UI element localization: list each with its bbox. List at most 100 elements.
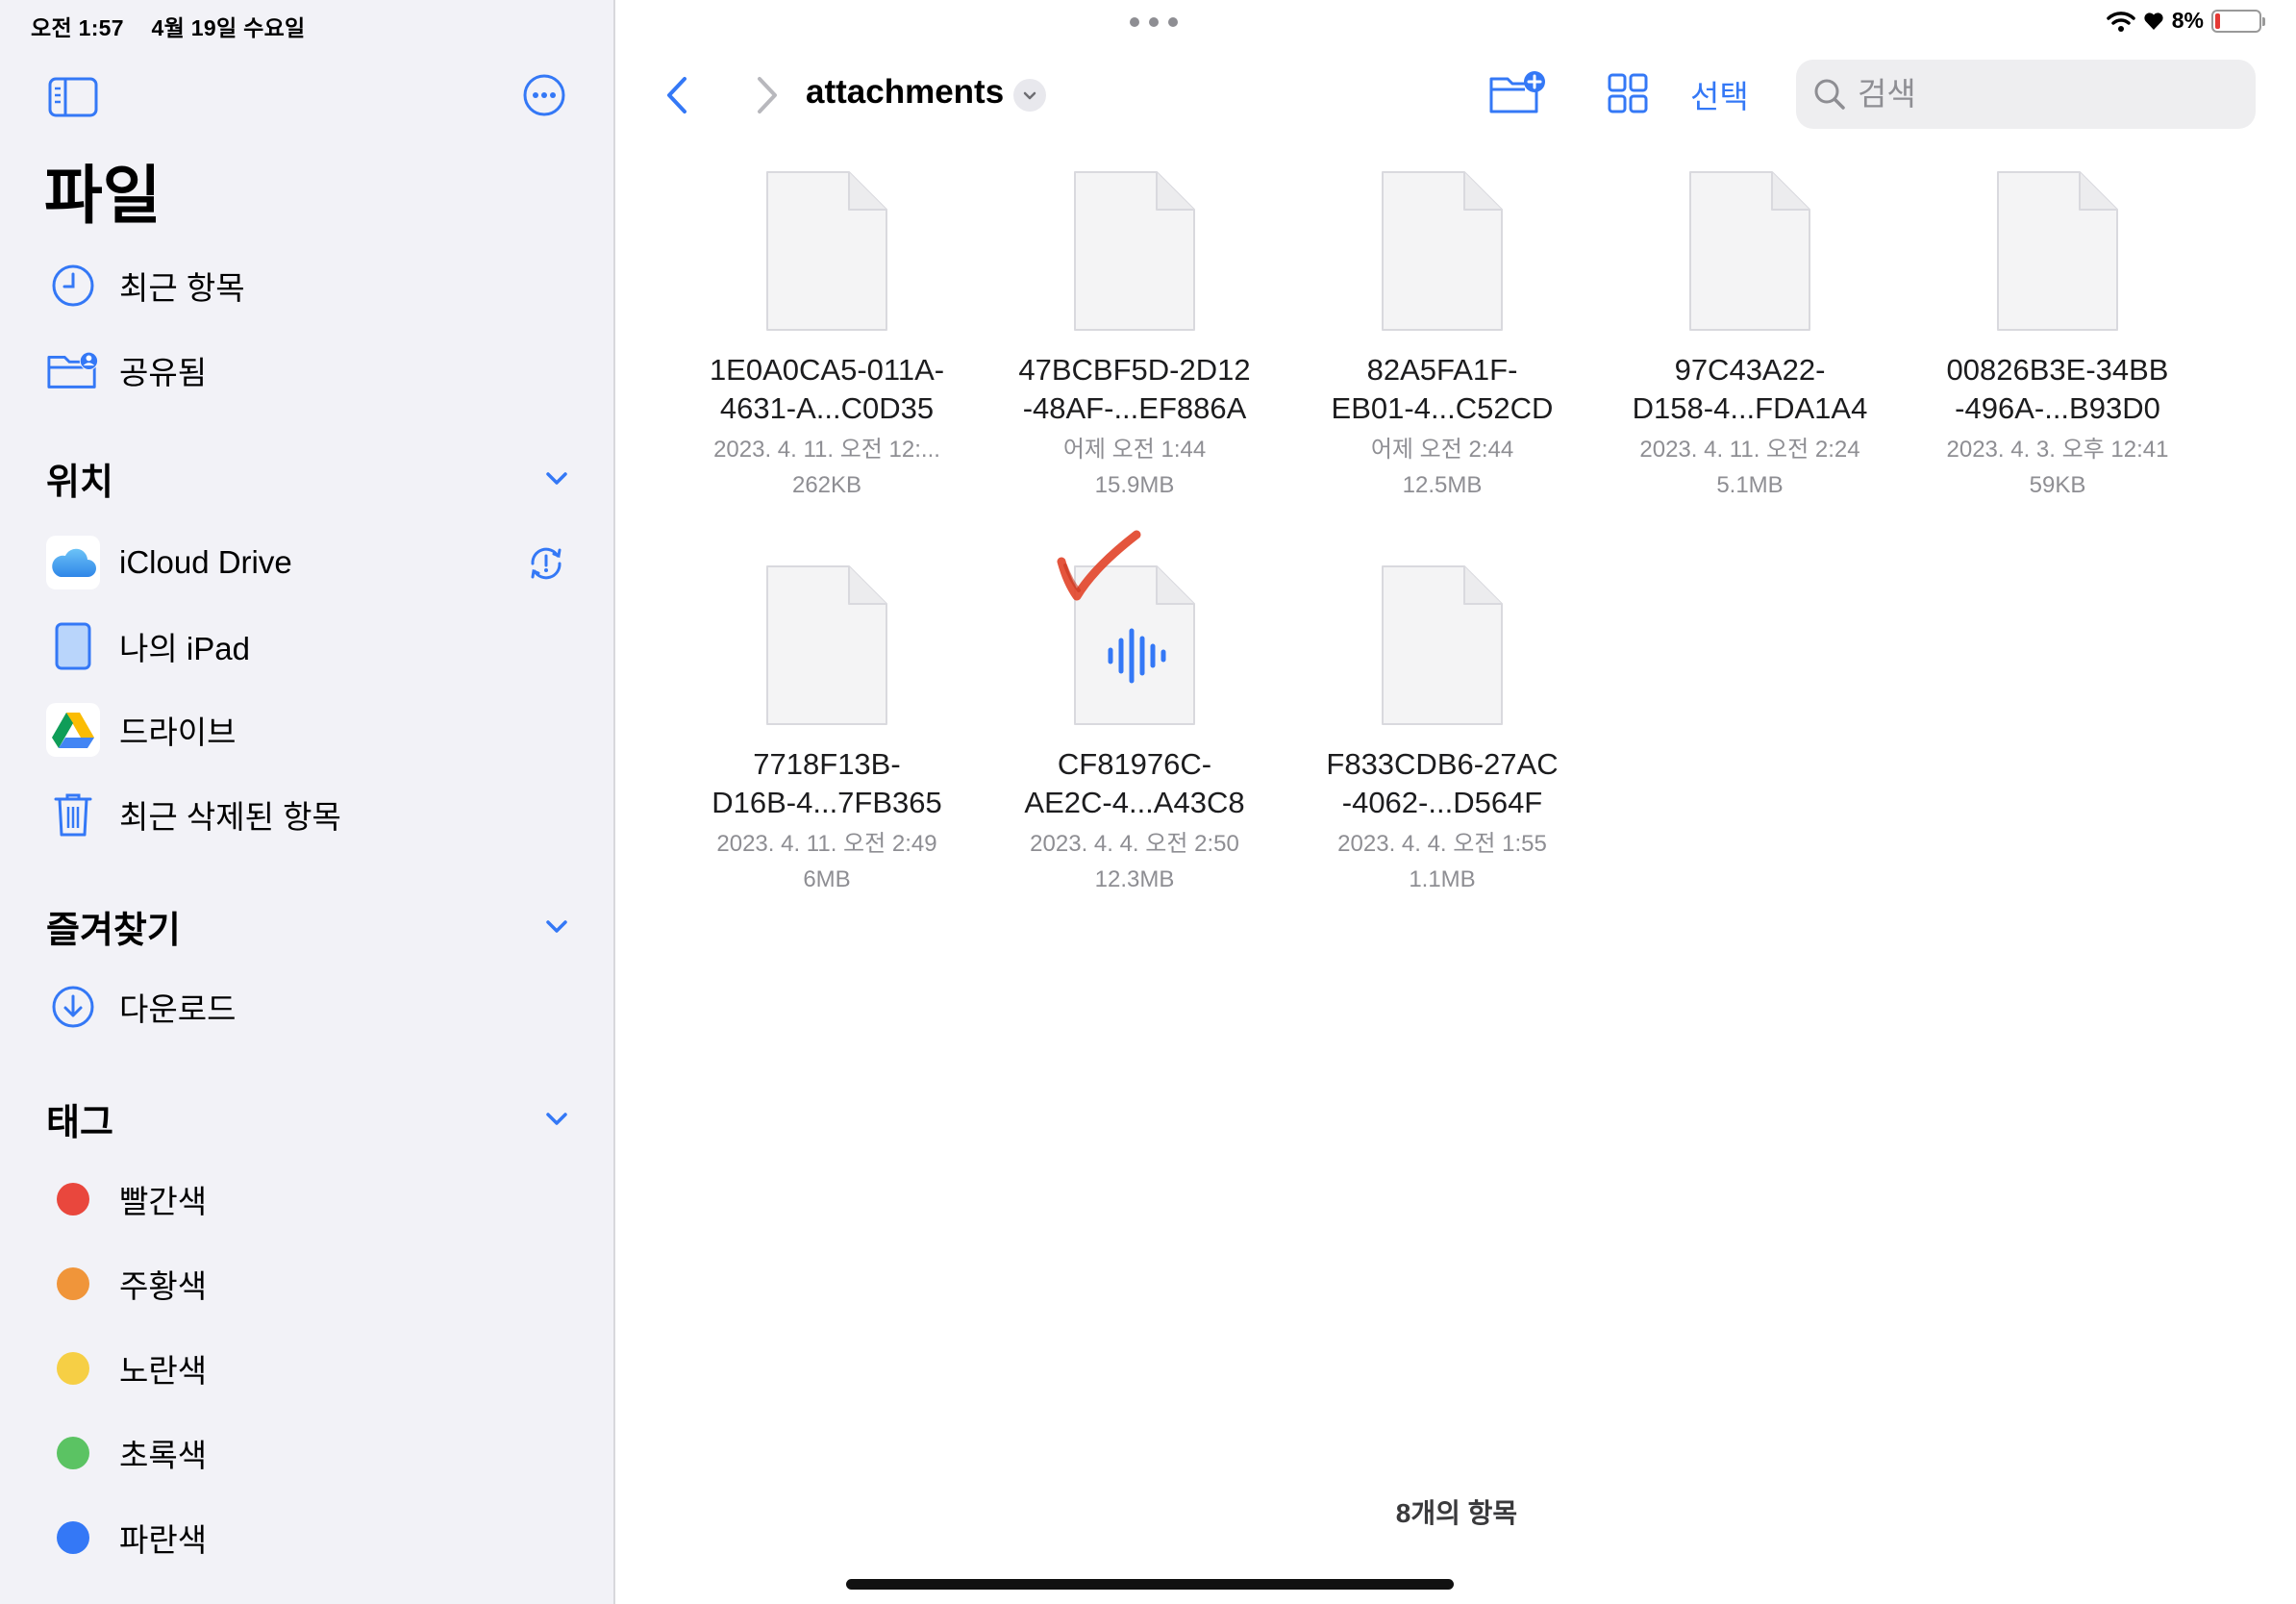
tag-dot (57, 1352, 89, 1385)
battery-percent: 8% (2171, 8, 2204, 33)
sidebar-tag-yellow[interactable]: 노란색 (46, 1341, 207, 1396)
sidebar-item-label: 드라이브 (119, 714, 237, 750)
sidebar-tag-green[interactable]: 초록색 (46, 1425, 207, 1481)
chevron-down-icon[interactable] (540, 1102, 573, 1135)
sidebar-toggle-icon[interactable] (48, 77, 98, 117)
search-bar[interactable] (1796, 60, 2256, 129)
status-bar-left: 오전 1:57 4월 19일 수요일 (31, 10, 327, 42)
file-size: 15.9MB (1094, 472, 1175, 498)
file-name-line2: -48AF-...EF886A (1022, 391, 1247, 425)
sidebar-item-label: iCloud Drive (119, 544, 292, 580)
file-name: 1E0A0CA5-011A- 4631-A...C0D35 (673, 351, 981, 428)
file-size: 262KB (791, 472, 862, 498)
sidebar-item-my-ipad[interactable]: 나의 iPad (46, 618, 250, 674)
file-item[interactable]: 7718F13B- D16B-4...7FB365 2023. 4. 11. 오전 … (673, 564, 981, 897)
file-size: 1.1MB (1409, 866, 1476, 892)
document-icon (766, 171, 887, 331)
icloud-icon (52, 548, 96, 577)
file-name-line2: EB01-4...C52CD (1331, 391, 1554, 425)
title-menu-button[interactable] (1013, 79, 1046, 112)
grid-view-icon[interactable] (1608, 73, 1648, 113)
document-icon (1382, 171, 1503, 331)
file-size: 12.3MB (1094, 866, 1175, 892)
document-icon (766, 565, 887, 725)
sidebar-item-label: 파란색 (119, 1522, 208, 1558)
item-count: 8개의 항목 (1395, 1498, 1518, 1528)
google-drive-icon (52, 713, 94, 748)
sidebar-tag-blue[interactable]: 파란색 (46, 1510, 207, 1566)
file-size: 59KB (2029, 472, 2086, 498)
file-name-line1: 82A5FA1F- (1366, 353, 1518, 387)
file-name: 7718F13B- D16B-4...7FB365 (673, 745, 981, 822)
file-size: 6MB (803, 866, 851, 892)
sidebar-item-recents[interactable]: 최근 항목 (46, 258, 245, 313)
home-indicator[interactable] (846, 1579, 1454, 1590)
file-name-line2: D16B-4...7FB365 (711, 786, 942, 819)
file-item[interactable]: 00826B3E-34BB -496A-...B93D0 2023. 4. 3. 오… (1904, 169, 2211, 503)
red-checkmark-annotation (1057, 530, 1141, 601)
chevron-down-icon[interactable] (540, 462, 573, 494)
file-item[interactable]: 1E0A0CA5-011A- 4631-A...C0D35 2023. 4. 11.… (673, 169, 981, 503)
sidebar-item-shared[interactable]: 공유됨 (46, 342, 207, 398)
search-icon (1814, 79, 1845, 110)
file-name-line2: AE2C-4...A43C8 (1024, 786, 1245, 819)
file-item[interactable]: 82A5FA1F- EB01-4...C52CD 어제 오전 2:44 12.5MB (1288, 169, 1596, 503)
file-date: 2023. 4. 3. 오후 12:41 (1946, 437, 2169, 463)
file-name: F833CDB6-27AC -4062-...D564F (1288, 745, 1596, 822)
file-date: 2023. 4. 11. 오전 2:24 (1639, 437, 1860, 463)
status-date: 4월 19일 수요일 (151, 15, 306, 40)
file-date: 2023. 4. 4. 오전 2:50 (1030, 831, 1239, 857)
more-options-icon[interactable] (522, 73, 566, 117)
multitasking-dots-icon[interactable] (1125, 15, 1183, 29)
sidebar-tag-orange[interactable]: 주황색 (46, 1256, 207, 1312)
shared-folder-icon (47, 351, 99, 388)
sidebar-item-recently-deleted[interactable]: 최근 삭제된 항목 (46, 787, 341, 842)
file-name-line1: 47BCBF5D-2D12 (1018, 353, 1251, 387)
file-item[interactable]: 97C43A22- D158-4...FDA1A4 2023. 4. 11. 오전 … (1596, 169, 1904, 503)
file-name-line1: 97C43A22- (1674, 353, 1826, 387)
file-name-line2: 4631-A...C0D35 (719, 391, 935, 425)
chevron-down-icon[interactable] (540, 910, 573, 942)
file-size: 12.5MB (1402, 472, 1483, 498)
heart-icon (2144, 12, 2163, 30)
file-name-line1: CF81976C- (1057, 747, 1212, 781)
new-folder-icon[interactable] (1488, 69, 1546, 115)
sidebar-item-label: 빨간색 (119, 1184, 208, 1219)
file-item[interactable]: CF81976C- AE2C-4...A43C8 2023. 4. 4. 오전 2:… (981, 564, 1288, 897)
document-icon (1689, 171, 1810, 331)
sync-icon[interactable] (525, 542, 567, 585)
sidebar-item-downloads[interactable]: 다운로드 (46, 979, 236, 1035)
file-meta: 2023. 4. 11. 오전 2:24 5.1MB (1596, 432, 1904, 503)
chevron-down-icon (1023, 91, 1036, 100)
sidebar-item-icloud-drive[interactable]: iCloud Drive (46, 535, 292, 590)
file-meta: 2023. 4. 4. 오전 1:55 1.1MB (1288, 826, 1596, 897)
sidebar-item-label: 최근 항목 (119, 270, 245, 306)
search-input[interactable] (1858, 76, 2223, 113)
file-name: 97C43A22- D158-4...FDA1A4 (1596, 351, 1904, 428)
file-item[interactable]: 47BCBF5D-2D12 -48AF-...EF886A 어제 오전 1:44 15… (981, 169, 1288, 503)
file-date: 2023. 4. 11. 오전 2:49 (716, 831, 937, 857)
file-name-line2: D158-4...FDA1A4 (1632, 391, 1868, 425)
file-date: 2023. 4. 11. 오전 12:... (713, 437, 940, 463)
sidebar-title: 파일 (44, 160, 162, 231)
file-meta: 2023. 4. 3. 오후 12:41 59KB (1904, 432, 2211, 503)
back-chevron-icon[interactable] (660, 73, 694, 117)
folder-title[interactable]: attachments (806, 73, 1004, 112)
file-meta: 어제 오전 2:44 12.5MB (1288, 432, 1596, 503)
tag-dot (57, 1521, 89, 1554)
ipad-icon (55, 622, 91, 670)
sidebar-item-label: 나의 iPad (119, 631, 250, 666)
sidebar-tag-red[interactable]: 빨간색 (46, 1171, 207, 1227)
select-button[interactable]: 선택 (1690, 71, 1749, 117)
file-item[interactable]: F833CDB6-27AC -4062-...D564F 2023. 4. 4. 오… (1288, 564, 1596, 897)
document-icon (1997, 171, 2118, 331)
file-name-line2: -4062-...D564F (1341, 786, 1543, 819)
sidebar-item-google-drive[interactable]: 드라이브 (46, 702, 236, 758)
sidebar-item-label: 공유됨 (119, 355, 208, 390)
file-name-line2: -496A-...B93D0 (1955, 391, 2160, 425)
tag-dot (57, 1183, 89, 1216)
download-icon (52, 986, 94, 1028)
wifi-icon (2107, 11, 2135, 32)
file-name-line1: F833CDB6-27AC (1326, 747, 1559, 781)
forward-chevron-icon[interactable] (750, 73, 785, 117)
